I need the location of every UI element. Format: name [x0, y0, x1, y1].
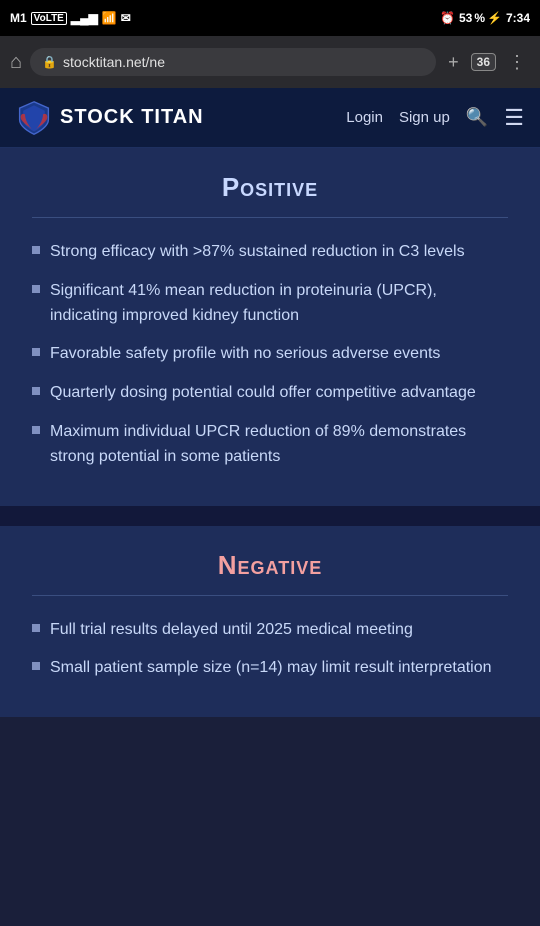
- bullet-icon: [32, 246, 40, 254]
- positive-item-1: Strong efficacy with >87% sustained redu…: [50, 240, 465, 265]
- wifi-icon: 📶: [102, 11, 117, 25]
- positive-section-title: Positive: [32, 172, 508, 203]
- list-item: Significant 41% mean reduction in protei…: [32, 279, 508, 329]
- nav-links: Login Sign up 🔍 ☰: [346, 105, 524, 131]
- bullet-icon: [32, 624, 40, 632]
- negative-bullet-list: Full trial results delayed until 2025 me…: [32, 618, 508, 682]
- battery-bolt-icon: ⚡: [487, 11, 502, 25]
- time-display: 7:34: [506, 11, 530, 25]
- negative-item-2: Small patient sample size (n=14) may lim…: [50, 656, 492, 681]
- bullet-icon: [32, 285, 40, 293]
- bullet-icon: [32, 426, 40, 434]
- address-bar[interactable]: 🔒 stocktitan.net/ne: [30, 48, 436, 76]
- overflow-menu-button[interactable]: ⋮: [504, 48, 530, 77]
- positive-item-2: Significant 41% mean reduction in protei…: [50, 279, 508, 329]
- positive-divider: [32, 217, 508, 218]
- site-logo[interactable]: STOCK TITAN: [16, 100, 346, 136]
- bullet-icon: [32, 348, 40, 356]
- status-left: M1 VoLTE ▂▄▆ 📶 ✉: [10, 11, 131, 25]
- list-item: Maximum individual UPCR reduction of 89%…: [32, 420, 508, 470]
- negative-section: Negative Full trial results delayed unti…: [0, 526, 540, 718]
- security-icon: 🔒: [42, 55, 57, 69]
- list-item: Strong efficacy with >87% sustained redu…: [32, 240, 508, 265]
- address-text: stocktitan.net/ne: [63, 54, 165, 70]
- negative-section-title: Negative: [32, 550, 508, 581]
- positive-bullet-list: Strong efficacy with >87% sustained redu…: [32, 240, 508, 470]
- battery-percent: 53: [459, 11, 472, 25]
- status-right: ⏰ 53% ⚡ 7:34: [440, 11, 530, 25]
- positive-item-3: Favorable safety profile with no serious…: [50, 342, 440, 367]
- list-item: Favorable safety profile with no serious…: [32, 342, 508, 367]
- list-item: Small patient sample size (n=14) may lim…: [32, 656, 508, 681]
- section-gap: [0, 506, 540, 526]
- home-button[interactable]: ⌂: [10, 51, 22, 74]
- volte-badge: VoLTE: [31, 12, 67, 25]
- main-content: Positive Strong efficacy with >87% susta…: [0, 148, 540, 717]
- browser-chrome: ⌂ 🔒 stocktitan.net/ne + 36 ⋮: [0, 36, 540, 88]
- signal-icon: ▂▄▆: [71, 11, 98, 25]
- alarm-icon: ⏰: [440, 11, 455, 25]
- negative-divider: [32, 595, 508, 596]
- message-icon: ✉: [121, 11, 131, 25]
- tabs-count-badge[interactable]: 36: [471, 53, 496, 71]
- positive-item-5: Maximum individual UPCR reduction of 89%…: [50, 420, 508, 470]
- battery-indicator: 53% ⚡: [459, 11, 502, 25]
- signup-link[interactable]: Sign up: [399, 109, 450, 126]
- bullet-icon: [32, 387, 40, 395]
- list-item: Full trial results delayed until 2025 me…: [32, 618, 508, 643]
- logo-text: STOCK TITAN: [60, 106, 204, 129]
- menu-icon[interactable]: ☰: [504, 105, 524, 131]
- login-link[interactable]: Login: [346, 109, 383, 126]
- new-tab-button[interactable]: +: [444, 48, 463, 77]
- negative-item-1: Full trial results delayed until 2025 me…: [50, 618, 413, 643]
- positive-item-4: Quarterly dosing potential could offer c…: [50, 381, 476, 406]
- search-icon[interactable]: 🔍: [466, 107, 488, 128]
- nav-header: STOCK TITAN Login Sign up 🔍 ☰: [0, 88, 540, 148]
- carrier-label: M1: [10, 11, 27, 25]
- logo-shield-icon: [16, 100, 52, 136]
- list-item: Quarterly dosing potential could offer c…: [32, 381, 508, 406]
- status-bar: M1 VoLTE ▂▄▆ 📶 ✉ ⏰ 53% ⚡ 7:34: [0, 0, 540, 36]
- positive-section: Positive Strong efficacy with >87% susta…: [0, 148, 540, 506]
- bullet-icon: [32, 662, 40, 670]
